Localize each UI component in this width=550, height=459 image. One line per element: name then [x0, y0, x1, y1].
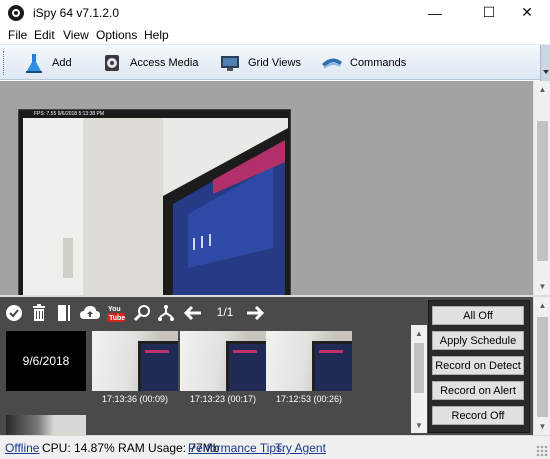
menu-file[interactable]: File — [8, 28, 27, 42]
resize-grip[interactable] — [536, 445, 548, 457]
all-off-button[interactable]: All Off — [432, 306, 524, 325]
monitor-icon — [218, 51, 242, 75]
commands-button[interactable]: Commands — [320, 45, 406, 81]
access-media-button[interactable]: Access Media — [100, 45, 198, 81]
close-button[interactable]: ✕ — [504, 0, 550, 25]
menu-bar: File Edit View Options Help — [0, 26, 550, 44]
page-indicator: 1/1 — [216, 305, 234, 319]
thumbnail-scrollbar[interactable]: ▲ ▼ — [411, 325, 427, 433]
list-item[interactable]: 17:13:23 (00:17) — [180, 331, 266, 404]
check-icon[interactable] — [4, 302, 24, 324]
try-agent-link[interactable]: Try Agent — [275, 441, 326, 455]
menu-edit[interactable]: Edit — [34, 28, 55, 42]
menu-view[interactable]: View — [63, 28, 89, 42]
media-panel-scrollbar[interactable]: ▲ ▼ — [533, 297, 550, 435]
camera-tile[interactable]: FPS: 7.55 9/6/2018 5:13:38 PM — [18, 109, 291, 295]
clip-caption: 17:13:23 (00:17) — [189, 394, 257, 404]
commands-label: Commands — [350, 57, 407, 69]
clip-thumbnail — [180, 331, 266, 391]
add-button[interactable]: Add — [22, 45, 72, 81]
media-thumbnail-list: 9/6/2018 17:13:36 (00:09) 17:13:23 (00:1… — [0, 327, 410, 435]
clip-caption: 17:13:36 (00:09) — [101, 394, 169, 404]
performance-tips-link[interactable]: Performance Tips — [188, 441, 282, 455]
scroll-down-arrow-icon[interactable]: ▼ — [534, 278, 550, 295]
panel-splitter[interactable] — [0, 295, 550, 297]
status-bar: Offline CPU: 14.87% RAM Usage: 77Mb Perf… — [0, 435, 550, 459]
list-item[interactable]: 17:13:36 (00:09) — [92, 331, 178, 404]
merge-icon[interactable] — [156, 302, 176, 324]
workspace-scroll-thumb[interactable] — [537, 121, 548, 261]
scroll-down-arrow-icon[interactable]: ▼ — [411, 417, 427, 433]
camera-feed — [23, 118, 288, 295]
toolbar-overflow-button[interactable] — [540, 45, 550, 81]
access-media-label: Access Media — [130, 57, 199, 69]
clip-caption: 17:12:53 (00:26) — [275, 394, 343, 404]
clip-thumbnail — [92, 331, 178, 391]
toolbar-grip[interactable] — [3, 51, 6, 75]
delete-icon[interactable] — [29, 302, 49, 324]
arrow-right-icon[interactable] — [244, 302, 266, 324]
clip-thumbnail-partial[interactable] — [6, 415, 86, 435]
scroll-down-arrow-icon[interactable]: ▼ — [534, 418, 550, 435]
main-toolbar: Add Access Media Grid Views Commands — [0, 44, 550, 81]
window-title: iSpy 64 v7.1.2.0 — [33, 6, 120, 20]
grid-views-label: Grid Views — [248, 57, 301, 69]
offline-link[interactable]: Offline — [5, 441, 39, 455]
commands-icon — [320, 51, 344, 75]
title-bar: iSpy 64 v7.1.2.0 — ☐ ✕ — [0, 0, 550, 25]
menu-options[interactable]: Options — [96, 28, 137, 42]
youtube-icon[interactable]: You Tube — [106, 302, 126, 324]
record-off-button[interactable]: Record Off — [432, 406, 524, 425]
scroll-up-arrow-icon[interactable]: ▲ — [534, 297, 550, 314]
upload-cloud-icon[interactable] — [78, 302, 102, 324]
camera-overlay-timestamp: FPS: 7.55 9/6/2018 5:13:38 PM — [34, 111, 105, 117]
workspace-scrollbar[interactable]: ▲ ▼ — [533, 81, 550, 295]
camera-workspace: FPS: 7.55 9/6/2018 5:13:38 PM — [0, 81, 533, 295]
add-flask-icon — [22, 51, 46, 75]
list-item[interactable]: 17:12:53 (00:26) — [266, 331, 352, 404]
thumbnail-scroll-thumb[interactable] — [414, 343, 424, 393]
minimize-button[interactable]: — — [412, 0, 458, 25]
record-on-detect-button[interactable]: Record on Detect — [432, 356, 524, 375]
bookmark-icon[interactable] — [54, 302, 74, 324]
record-on-alert-button[interactable]: Record on Alert — [432, 381, 524, 400]
scroll-up-arrow-icon[interactable]: ▲ — [411, 325, 427, 341]
date-group-tile: 9/6/2018 — [6, 331, 86, 391]
media-panel-scroll-thumb[interactable] — [537, 317, 548, 417]
add-label: Add — [52, 57, 72, 69]
clip-thumbnail — [266, 331, 352, 391]
apply-schedule-button[interactable]: Apply Schedule — [432, 331, 524, 350]
arrow-left-icon[interactable] — [182, 302, 204, 324]
search-icon[interactable] — [132, 302, 152, 324]
svg-text:Tube: Tube — [109, 315, 125, 322]
scroll-up-arrow-icon[interactable]: ▲ — [534, 81, 550, 98]
media-disc-icon — [100, 51, 124, 75]
menu-help[interactable]: Help — [144, 28, 169, 42]
svg-text:You: You — [108, 306, 121, 313]
grid-views-button[interactable]: Grid Views — [218, 45, 301, 81]
ispy-app-icon — [8, 5, 24, 21]
